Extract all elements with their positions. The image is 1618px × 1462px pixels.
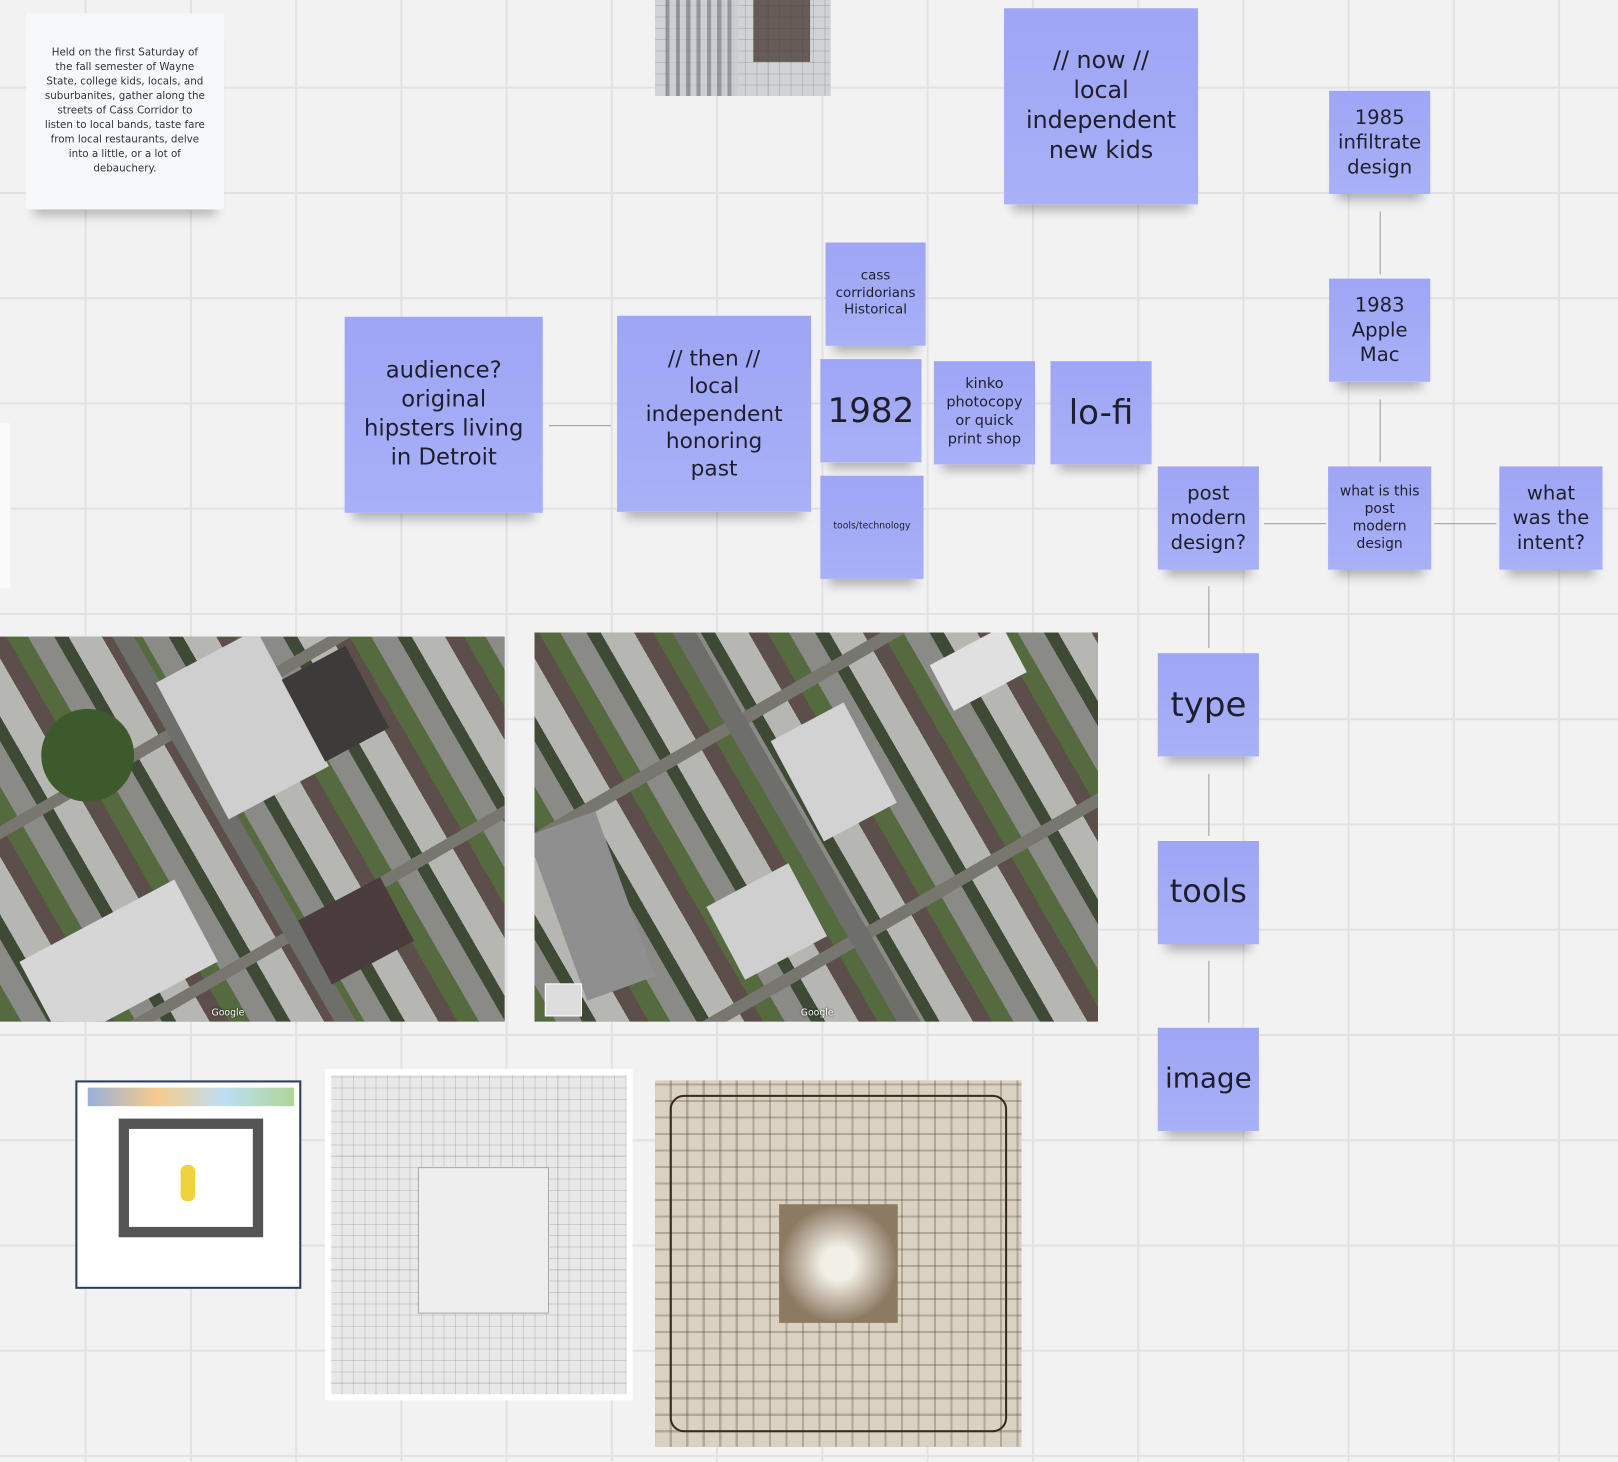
- sticky-1985-infiltrate-design[interactable]: 1985 infiltrate design: [1329, 90, 1431, 194]
- connector-postmodern-to-type[interactable]: [1208, 586, 1210, 649]
- sticky-text: cass corridorians Historical: [835, 268, 916, 319]
- sticky-now-local-independent[interactable]: // now // local independent new kids: [1004, 8, 1199, 205]
- whiteboard-canvas[interactable]: Held on the first Saturday of the fall s…: [0, 0, 1618, 1462]
- sticky-text: lo-fi: [1068, 392, 1134, 433]
- sticky-type[interactable]: type: [1157, 653, 1259, 757]
- sticky-text: what is this post modern design: [1339, 482, 1420, 553]
- sticky-text: post modern design?: [1170, 481, 1247, 555]
- aerial-map-image-left[interactable]: Google: [0, 636, 505, 1022]
- sticky-then-local-independent[interactable]: // then // local independent honoring pa…: [617, 315, 812, 512]
- sticky-1983-apple-mac[interactable]: 1983 Apple Mac: [1329, 278, 1431, 382]
- connector-1983-to-1985[interactable]: [1379, 211, 1381, 275]
- sticky-1982[interactable]: 1982: [820, 359, 922, 463]
- sticky-text: 1983 Apple Mac: [1351, 293, 1408, 367]
- sticky-text: type: [1170, 684, 1247, 725]
- offscreen-card-edge[interactable]: [0, 423, 11, 589]
- map-attribution: Google: [800, 1008, 834, 1019]
- aerial-map-image-right[interactable]: Google: [534, 632, 1098, 1022]
- sticky-text: // now // local independent new kids: [1026, 47, 1177, 165]
- connector-postmodern-to-whatis[interactable]: [1264, 523, 1326, 525]
- sticky-what-was-intent[interactable]: what was the intent?: [1499, 466, 1603, 570]
- sticky-text: what was the intent?: [1512, 481, 1590, 555]
- illustrated-map-madlena[interactable]: [325, 1069, 633, 1401]
- text-note-content: Held on the first Saturday of the fall s…: [44, 47, 205, 175]
- sticky-cass-corridorians[interactable]: cass corridorians Historical: [825, 242, 926, 346]
- sticky-lo-fi[interactable]: lo-fi: [1050, 361, 1152, 465]
- perspective-city-drawing[interactable]: [655, 1080, 1022, 1447]
- connector-whatis-to-intent[interactable]: [1434, 523, 1497, 525]
- connector-type-to-tools[interactable]: [1208, 773, 1210, 836]
- sticky-text: image: [1164, 1062, 1252, 1095]
- sticky-text: tools: [1169, 873, 1247, 911]
- text-note[interactable]: Held on the first Saturday of the fall s…: [25, 13, 224, 210]
- sticky-text: kinko photocopy or quick print shop: [946, 376, 1023, 448]
- sticky-text: // then // local independent honoring pa…: [645, 346, 783, 481]
- map-attribution: Google: [211, 1008, 245, 1019]
- illustrated-map-bonjour-eduardo[interactable]: [75, 1080, 302, 1289]
- sticky-tools-technology[interactable]: tools/technology: [820, 475, 924, 579]
- sticky-audience[interactable]: audience? original hipsters living in De…: [344, 316, 543, 513]
- connector-tools-to-image[interactable]: [1208, 960, 1210, 1023]
- sticky-post-modern-design[interactable]: post modern design?: [1157, 466, 1259, 570]
- building-sketch-image-top[interactable]: [655, 0, 831, 96]
- connector-whatis-to-1983[interactable]: [1379, 399, 1381, 463]
- sticky-tools[interactable]: tools: [1157, 840, 1259, 945]
- sticky-kinko[interactable]: kinko photocopy or quick print shop: [933, 361, 1035, 465]
- sticky-text: 1985 infiltrate design: [1338, 106, 1422, 179]
- sticky-image[interactable]: image: [1157, 1027, 1259, 1131]
- sticky-text: tools/technology: [833, 521, 911, 532]
- sticky-what-is-post-modern[interactable]: what is this post modern design: [1328, 466, 1432, 570]
- connector-then-to-audience[interactable]: [548, 425, 611, 427]
- sticky-text: audience? original hipsters living in De…: [364, 358, 524, 471]
- sticky-text: 1982: [827, 390, 915, 431]
